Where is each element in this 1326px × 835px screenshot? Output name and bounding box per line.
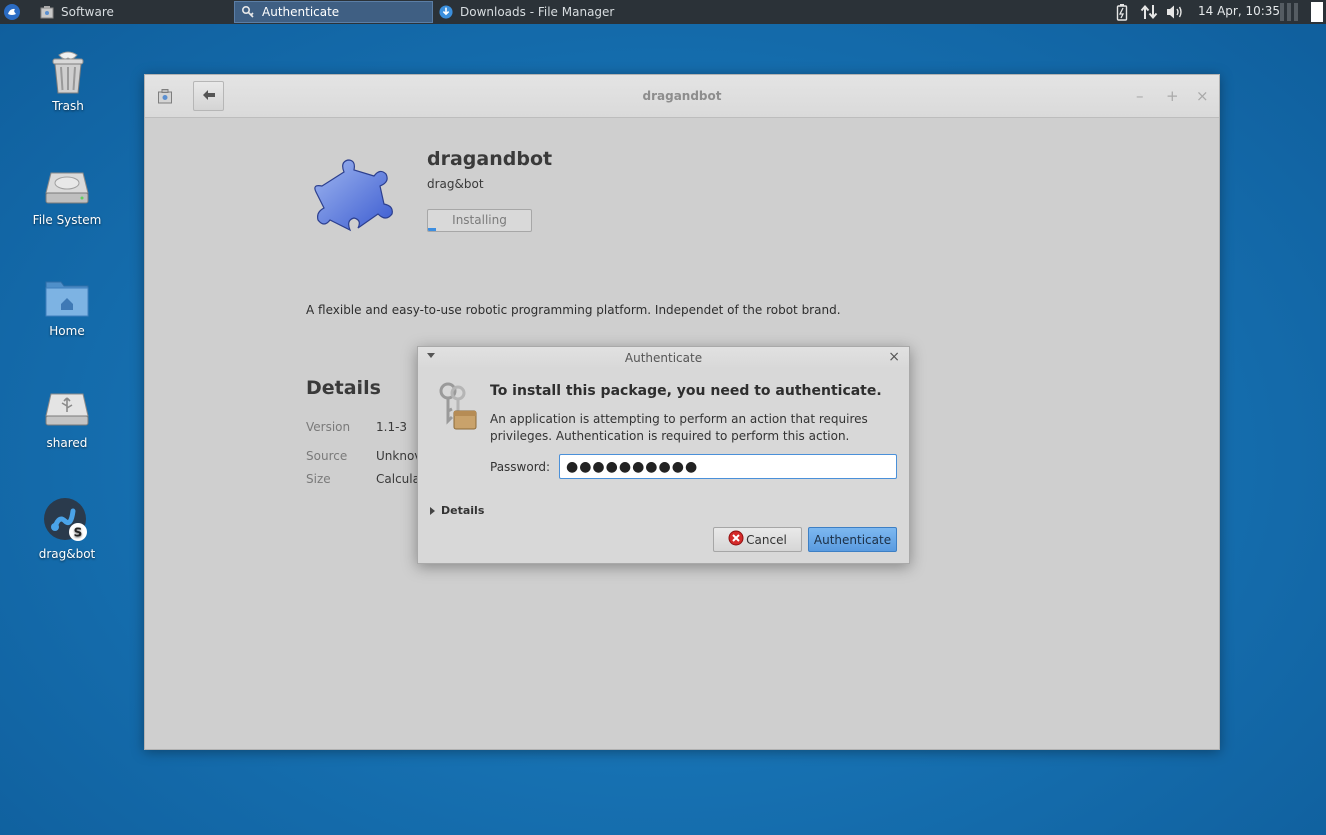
panel-separator — [1280, 3, 1298, 21]
details-key: Source — [306, 449, 348, 463]
desktop-icon-label: Home — [49, 324, 85, 338]
details-row-version: Version 1.1-3 — [306, 420, 407, 434]
cancel-label: Cancel — [746, 532, 787, 547]
dialog-message: An application is attempting to perform … — [490, 412, 868, 443]
desktop-icon-file-system[interactable]: File System — [22, 163, 112, 227]
taskbar-item-file-manager[interactable]: Downloads - File Manager — [433, 1, 633, 23]
usb-drive-icon — [43, 386, 91, 434]
desktop-icon-label: drag&bot — [38, 547, 96, 561]
details-expander-label: Details — [441, 504, 485, 517]
cancel-icon — [728, 530, 744, 549]
app-description: A flexible and easy-to-use robotic progr… — [306, 303, 841, 317]
dialog-title: Authenticate — [624, 351, 703, 365]
trash-icon — [44, 49, 92, 97]
desktop-icon-dragandbot[interactable]: S drag&bot — [22, 497, 112, 561]
window-title: dragandbot — [642, 89, 722, 103]
maximize-icon[interactable]: + — [1166, 87, 1179, 105]
window-titlebar[interactable]: dragandbot – + × — [145, 75, 1219, 118]
desktop-icon-label: shared — [46, 436, 88, 450]
network-icon[interactable] — [1140, 4, 1158, 23]
taskbar-item-label: Software — [61, 5, 114, 19]
puzzle-piece-icon — [310, 158, 400, 233]
svg-text:S: S — [74, 526, 83, 540]
hard-drive-icon — [43, 163, 91, 211]
app-name: dragandbot — [427, 148, 553, 170]
keys-icon — [241, 5, 255, 19]
whisker-menu-icon[interactable] — [0, 0, 24, 24]
app-subtitle: drag&bot — [427, 177, 484, 191]
taskbar-item-software[interactable]: Software — [34, 1, 230, 23]
dialog-heading: To install this package, you need to aut… — [490, 383, 882, 399]
clock[interactable]: 14 Apr, 10:35 — [1198, 4, 1280, 18]
authenticate-dialog: Authenticate × To install this package, … — [417, 346, 910, 564]
cancel-button[interactable]: Cancel — [713, 527, 802, 552]
minimize-icon[interactable]: – — [1136, 87, 1144, 105]
show-desktop-button[interactable] — [1311, 2, 1323, 22]
expander-arrow-icon — [430, 506, 435, 515]
close-icon[interactable]: × — [888, 349, 900, 365]
taskbar-item-label: Downloads - File Manager — [460, 5, 615, 19]
details-heading: Details — [306, 377, 381, 399]
home-folder-icon — [43, 274, 91, 322]
close-icon[interactable]: × — [1196, 87, 1209, 105]
installing-label: Installing — [452, 213, 507, 227]
authenticate-button[interactable]: Authenticate — [808, 527, 897, 552]
desktop-icon-home[interactable]: Home — [22, 274, 112, 338]
download-icon — [439, 5, 453, 19]
desktop-icon-trash[interactable]: Trash — [23, 49, 113, 113]
password-field[interactable] — [559, 454, 897, 479]
install-progress-bar — [428, 228, 437, 231]
desktop-icon-label: Trash — [52, 99, 84, 113]
password-label: Password: — [490, 460, 551, 474]
desktop-icon-label: File System — [32, 213, 102, 227]
details-key: Version — [306, 420, 351, 434]
top-panel: Software Authenticate Downloads - File M… — [0, 0, 1326, 24]
details-key: Size — [306, 472, 331, 486]
dialog-titlebar[interactable]: Authenticate × — [418, 347, 909, 369]
taskbar-item-authenticate[interactable]: Authenticate — [234, 1, 433, 23]
software-center-icon — [40, 5, 54, 19]
details-row-size: Size Calcula — [306, 472, 420, 486]
details-expander[interactable]: Details — [430, 504, 484, 517]
authenticate-label: Authenticate — [813, 532, 892, 547]
keys-icon — [436, 381, 478, 433]
details-value: Unknov — [376, 449, 422, 463]
installing-button[interactable]: Installing — [427, 209, 532, 232]
desktop-icon-shared[interactable]: shared — [22, 386, 112, 450]
details-row-source: Source Unknov — [306, 449, 421, 463]
taskbar-item-label: Authenticate — [262, 5, 340, 19]
dragandbot-app-icon: S — [43, 497, 91, 545]
volume-icon[interactable] — [1165, 4, 1185, 23]
details-value: 1.1-3 — [376, 420, 408, 434]
battery-icon[interactable] — [1116, 3, 1128, 24]
details-value: Calcula — [376, 472, 420, 486]
